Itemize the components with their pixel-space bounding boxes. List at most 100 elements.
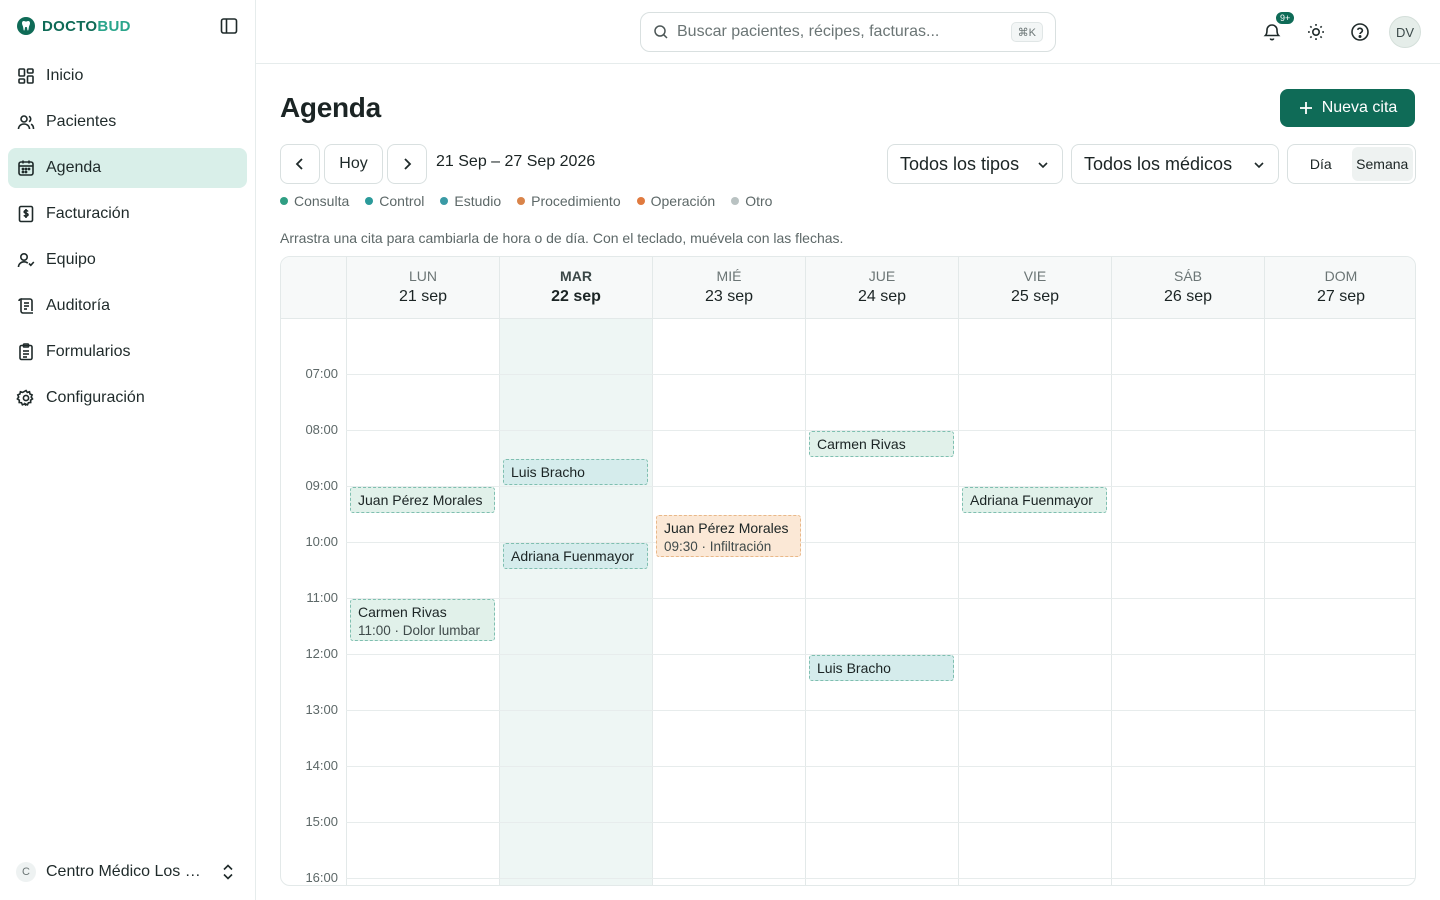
sidebar-item-facturacion[interactable]: Facturación: [8, 194, 247, 234]
dashboard-icon: [18, 68, 34, 84]
appointment-card[interactable]: Juan Pérez Morales: [350, 487, 495, 513]
sidebar-item-label: Configuración: [46, 389, 145, 406]
brand-logo[interactable]: DOCTOBUD: [16, 14, 131, 38]
day-header[interactable]: MAR 22 sep: [499, 257, 652, 319]
legend-label: Procedimiento: [531, 193, 621, 209]
app-root: DOCTOBUD Inicio Pacientes Agenda Factura…: [0, 0, 1440, 900]
previous-week-button[interactable]: [280, 144, 320, 184]
day-header[interactable]: MIÉ 23 sep: [652, 257, 805, 319]
help-circle-icon: [1351, 23, 1369, 41]
search-icon: [654, 25, 668, 39]
legend-dot: [440, 197, 449, 205]
sidebar-item-equipo[interactable]: Equipo: [8, 240, 247, 280]
legend-item: Operación: [636, 193, 715, 209]
day-header[interactable]: LUN 21 sep: [346, 257, 499, 319]
sidebar-item-pacientes[interactable]: Pacientes: [8, 102, 247, 142]
today-button[interactable]: Hoy: [324, 144, 383, 184]
day-date: 24 sep: [857, 288, 907, 305]
day-header[interactable]: DOM 27 sep: [1264, 257, 1415, 319]
hour-label: 13:00: [305, 702, 338, 717]
day-of-week: SÁB: [1173, 268, 1202, 284]
sidebar-item-formularios[interactable]: Formularios: [8, 332, 247, 372]
sidebar-item-inicio[interactable]: Inicio: [8, 56, 247, 96]
drag-hint-text: Arrastra una cita para cambiarla de hora…: [280, 230, 844, 246]
day-header[interactable]: VIE 25 sep: [958, 257, 1111, 319]
sidebar-item-label: Equipo: [46, 251, 96, 268]
sidebar-toggle-button[interactable]: [216, 14, 242, 38]
hour-gridline: [346, 710, 1415, 711]
view-week-button[interactable]: Semana: [1351, 147, 1413, 181]
hour-label: 11:00: [306, 590, 338, 605]
day-column-divider: [346, 319, 347, 885]
hour-label: 12:00: [305, 646, 338, 661]
organization-switcher[interactable]: C Centro Médico Los O...: [8, 852, 248, 892]
appointment-card[interactable]: Adriana Fuenmayor: [503, 543, 648, 569]
appointment-card[interactable]: Carmen Rivas 11:00 · Dolor lumbar: [350, 599, 495, 641]
day-of-week: JUE: [868, 268, 896, 284]
users-icon: [17, 115, 35, 130]
date-range-label: 21 Sep – 27 Sep 2026: [436, 153, 596, 170]
appointment-card[interactable]: Luis Bracho: [809, 655, 954, 681]
day-of-week: LUN: [408, 268, 437, 284]
sun-icon: [1308, 24, 1324, 40]
help-button[interactable]: [1344, 16, 1376, 48]
appointment-type-legend: Consulta Control Estudio Procedimiento O…: [280, 193, 772, 209]
sidebar-item-agenda[interactable]: Agenda: [8, 148, 247, 188]
doctor-filter-select[interactable]: Todos los médicos: [1071, 144, 1279, 184]
notifications-button[interactable]: 9+: [1256, 10, 1297, 48]
appointment-detail: 11:00 · Dolor lumbar: [358, 623, 481, 638]
appointment-card[interactable]: Juan Pérez Morales 09:30 · Infiltración: [656, 515, 801, 557]
type-filter-select[interactable]: Todos los tipos: [887, 144, 1063, 184]
hour-label: 07:00: [305, 366, 338, 381]
theme-toggle-button[interactable]: [1300, 16, 1332, 48]
legend-item: Consulta: [280, 193, 349, 209]
brand-name: DOCTOBUD: [42, 18, 131, 35]
day-date: 26 sep: [1163, 288, 1213, 305]
new-appointment-label: Nueva cita: [1321, 99, 1398, 116]
sidebar-item-label: Auditoría: [46, 297, 111, 314]
view-day-button[interactable]: Día: [1290, 147, 1352, 181]
sidebar-panel-icon: [220, 18, 238, 34]
appointment-patient: Carmen Rivas: [358, 604, 447, 620]
sidebar-item-label: Formularios: [46, 343, 131, 360]
appointment-patient: Luis Bracho: [817, 660, 891, 676]
appointment-card[interactable]: Carmen Rivas: [809, 431, 954, 457]
plus-icon: [1299, 102, 1312, 114]
hour-label: 08:00: [305, 422, 338, 437]
legend-label: Control: [379, 193, 425, 209]
sidebar: DOCTOBUD Inicio Pacientes Agenda Factura…: [0, 0, 256, 900]
day-date: 25 sep: [1010, 288, 1060, 305]
appointment-patient: Adriana Fuenmayor: [970, 492, 1093, 508]
chevron-left-icon: [295, 158, 303, 170]
legend-label: Estudio: [454, 193, 502, 209]
day-column-divider: [805, 319, 806, 885]
sidebar-item-configuracion[interactable]: Configuración: [8, 378, 247, 418]
search-shortcut-badge: ⌘K: [1010, 22, 1043, 42]
chevron-down-icon: [1254, 162, 1264, 169]
appointment-patient: Carmen Rivas: [817, 436, 906, 452]
day-column-divider: [499, 319, 500, 885]
legend-label: Otro: [745, 193, 773, 209]
day-of-week: MAR: [560, 268, 592, 284]
week-calendar: LUN 21 sep MAR 22 sep MIÉ 23 sep JUE 24 sep VIE 2…: [280, 256, 1416, 886]
appointment-card[interactable]: Luis Bracho: [503, 459, 648, 485]
sidebar-item-auditoria[interactable]: Auditoría: [8, 286, 247, 326]
day-date: 23 sep: [704, 288, 754, 305]
new-appointment-button[interactable]: Nueva cita: [1280, 89, 1415, 127]
legend-item: Procedimiento: [517, 193, 621, 209]
hour-gridline: [346, 598, 1415, 599]
search-input[interactable]: [677, 23, 997, 41]
user-avatar[interactable]: DV: [1389, 16, 1421, 48]
forms-icon: [19, 343, 33, 361]
brand-name-a: DOCTO: [42, 17, 98, 35]
day-header[interactable]: SÁB 26 sep: [1111, 257, 1264, 319]
org-name: Centro Médico Los O...: [46, 863, 210, 880]
hour-label: 15:00: [305, 814, 338, 829]
appointment-patient: Juan Pérez Morales: [664, 520, 789, 536]
global-search[interactable]: ⌘K: [640, 12, 1056, 52]
day-header[interactable]: JUE 24 sep: [805, 257, 958, 319]
day-date: 22 sep: [551, 288, 601, 305]
next-week-button[interactable]: [387, 144, 427, 184]
day-of-week: DOM: [1324, 268, 1358, 284]
appointment-card[interactable]: Adriana Fuenmayor: [962, 487, 1107, 513]
